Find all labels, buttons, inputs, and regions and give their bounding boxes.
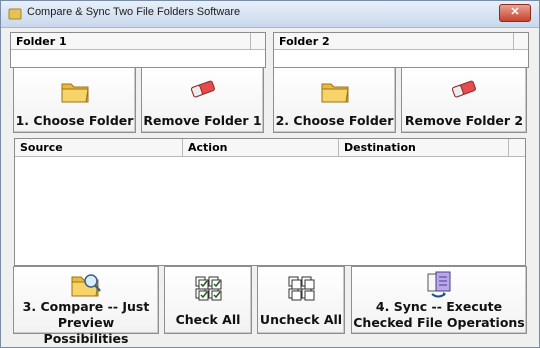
eraser-icon — [190, 80, 215, 98]
folder1-label: Folder 1 — [16, 35, 67, 48]
check-all-button[interactable]: Check All — [164, 266, 252, 334]
remove-folder1-button[interactable]: Remove Folder 1 — [141, 67, 264, 133]
header-separator — [513, 33, 514, 49]
folder2-path-field[interactable] — [274, 50, 528, 67]
sync-label-line1: 4. Sync -- Execute — [375, 299, 503, 314]
compare-button[interactable]: 3. Compare -- Just Preview Possibilities — [13, 266, 159, 346]
folder2-header: Folder 2 — [274, 33, 528, 50]
compare-icon — [71, 274, 101, 297]
list-header: Source Action Destination — [15, 139, 525, 157]
remove-folder1-label: Remove Folder 1 — [143, 113, 262, 128]
folder1-path-field[interactable] — [11, 50, 265, 67]
close-button[interactable]: ✕ — [499, 4, 531, 22]
client-area: Folder 1 Folder 2 1. Choose Folder Remov… — [7, 29, 533, 346]
eraser-icon — [452, 80, 476, 98]
choose-folder2-label: 2. Choose Folder — [275, 113, 394, 128]
compare-label-line1: 3. Compare -- Just — [22, 299, 150, 314]
sync-label-line2: Checked File Operations — [353, 315, 525, 330]
sync-button[interactable]: 4. Sync -- Execute Checked File Operatio… — [351, 266, 527, 334]
folder1-panel: Folder 1 — [10, 32, 266, 68]
column-source[interactable]: Source — [15, 139, 183, 156]
folder2-label: Folder 2 — [279, 35, 330, 48]
sync-icon — [427, 271, 451, 298]
header-separator — [250, 33, 251, 49]
window-title: Compare & Sync Two File Folders Software — [27, 6, 241, 18]
column-action[interactable]: Action — [183, 139, 339, 156]
remove-folder2-button[interactable]: Remove Folder 2 — [401, 67, 527, 133]
check-all-icon — [195, 276, 222, 301]
folder2-panel: Folder 2 — [273, 32, 529, 68]
uncheck-all-label: Uncheck All — [259, 312, 343, 327]
column-destination[interactable]: Destination — [339, 139, 509, 156]
check-all-label: Check All — [175, 312, 241, 327]
uncheck-all-button[interactable]: Uncheck All — [257, 266, 345, 334]
folder-icon — [61, 83, 89, 103]
choose-folder2-button[interactable]: 2. Choose Folder — [273, 67, 396, 133]
app-window: Compare & Sync Two File Folders Software… — [0, 0, 540, 348]
title-bar[interactable]: Compare & Sync Two File Folders Software… — [1, 1, 539, 28]
choose-folder1-label: 1. Choose Folder — [15, 113, 134, 128]
uncheck-all-icon — [288, 276, 315, 301]
app-icon — [8, 8, 22, 20]
compare-label-line2: Preview Possibilities — [43, 315, 129, 346]
folder1-header: Folder 1 — [11, 33, 265, 50]
operations-list[interactable]: Source Action Destination — [14, 138, 526, 266]
folder-icon — [321, 83, 349, 103]
remove-folder2-label: Remove Folder 2 — [404, 113, 524, 128]
choose-folder1-button[interactable]: 1. Choose Folder — [13, 67, 136, 133]
